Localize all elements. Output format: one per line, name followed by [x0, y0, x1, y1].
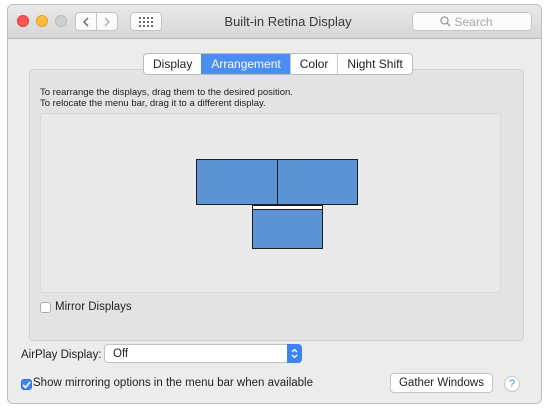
gather-windows-button[interactable]: Gather Windows — [390, 373, 493, 393]
window-title: Built-in Retina Display — [224, 14, 352, 29]
display-right[interactable] — [277, 159, 358, 205]
title-bar: Built-in Retina Display — [8, 5, 541, 39]
airplay-display-label: AirPlay Display: — [21, 349, 102, 361]
tab-display[interactable]: Display — [144, 54, 201, 74]
close-button[interactable] — [17, 15, 29, 27]
search-input[interactable] — [454, 14, 505, 29]
mirror-displays-label: Mirror Displays — [55, 301, 132, 313]
display-arrangement-area — [40, 113, 501, 293]
show-mirroring-label: Show mirroring options in the menu bar w… — [33, 377, 313, 389]
airplay-selected-value: Off — [113, 348, 129, 360]
show-all-button[interactable] — [130, 12, 162, 31]
display-main[interactable] — [252, 205, 323, 249]
zoom-button[interactable] — [55, 15, 67, 27]
instruction-line-2: To relocate the menu bar, drag it to a d… — [40, 98, 266, 109]
airplay-display-select[interactable]: Off — [104, 344, 302, 363]
minimize-button[interactable] — [36, 15, 48, 27]
grid-icon — [139, 16, 153, 27]
instruction-line-1: To rearrange the displays, drag them to … — [40, 87, 293, 98]
up-down-arrows-icon — [291, 348, 298, 359]
mirror-displays-checkbox[interactable] — [40, 302, 51, 313]
help-button[interactable]: ? — [504, 376, 520, 392]
display-left[interactable] — [196, 159, 278, 205]
tab-bar: Display Arrangement Color Night Shift — [143, 53, 413, 75]
tab-color[interactable]: Color — [289, 54, 338, 74]
chevron-left-icon — [82, 16, 89, 27]
forward-button[interactable] — [96, 12, 118, 31]
chevron-right-icon — [104, 16, 111, 27]
back-button[interactable] — [75, 12, 97, 31]
search-icon — [439, 16, 450, 27]
menu-bar-handle[interactable] — [253, 206, 322, 210]
arrangement-instructions: To rearrange the displays, drag them to … — [40, 87, 293, 109]
show-mirroring-checkbox[interactable] — [21, 379, 32, 390]
select-stepper[interactable] — [287, 344, 302, 363]
search-field[interactable] — [412, 12, 532, 31]
tab-night-shift[interactable]: Night Shift — [337, 54, 411, 74]
tab-arrangement[interactable]: Arrangement — [201, 54, 290, 74]
checkmark-icon — [22, 380, 31, 389]
